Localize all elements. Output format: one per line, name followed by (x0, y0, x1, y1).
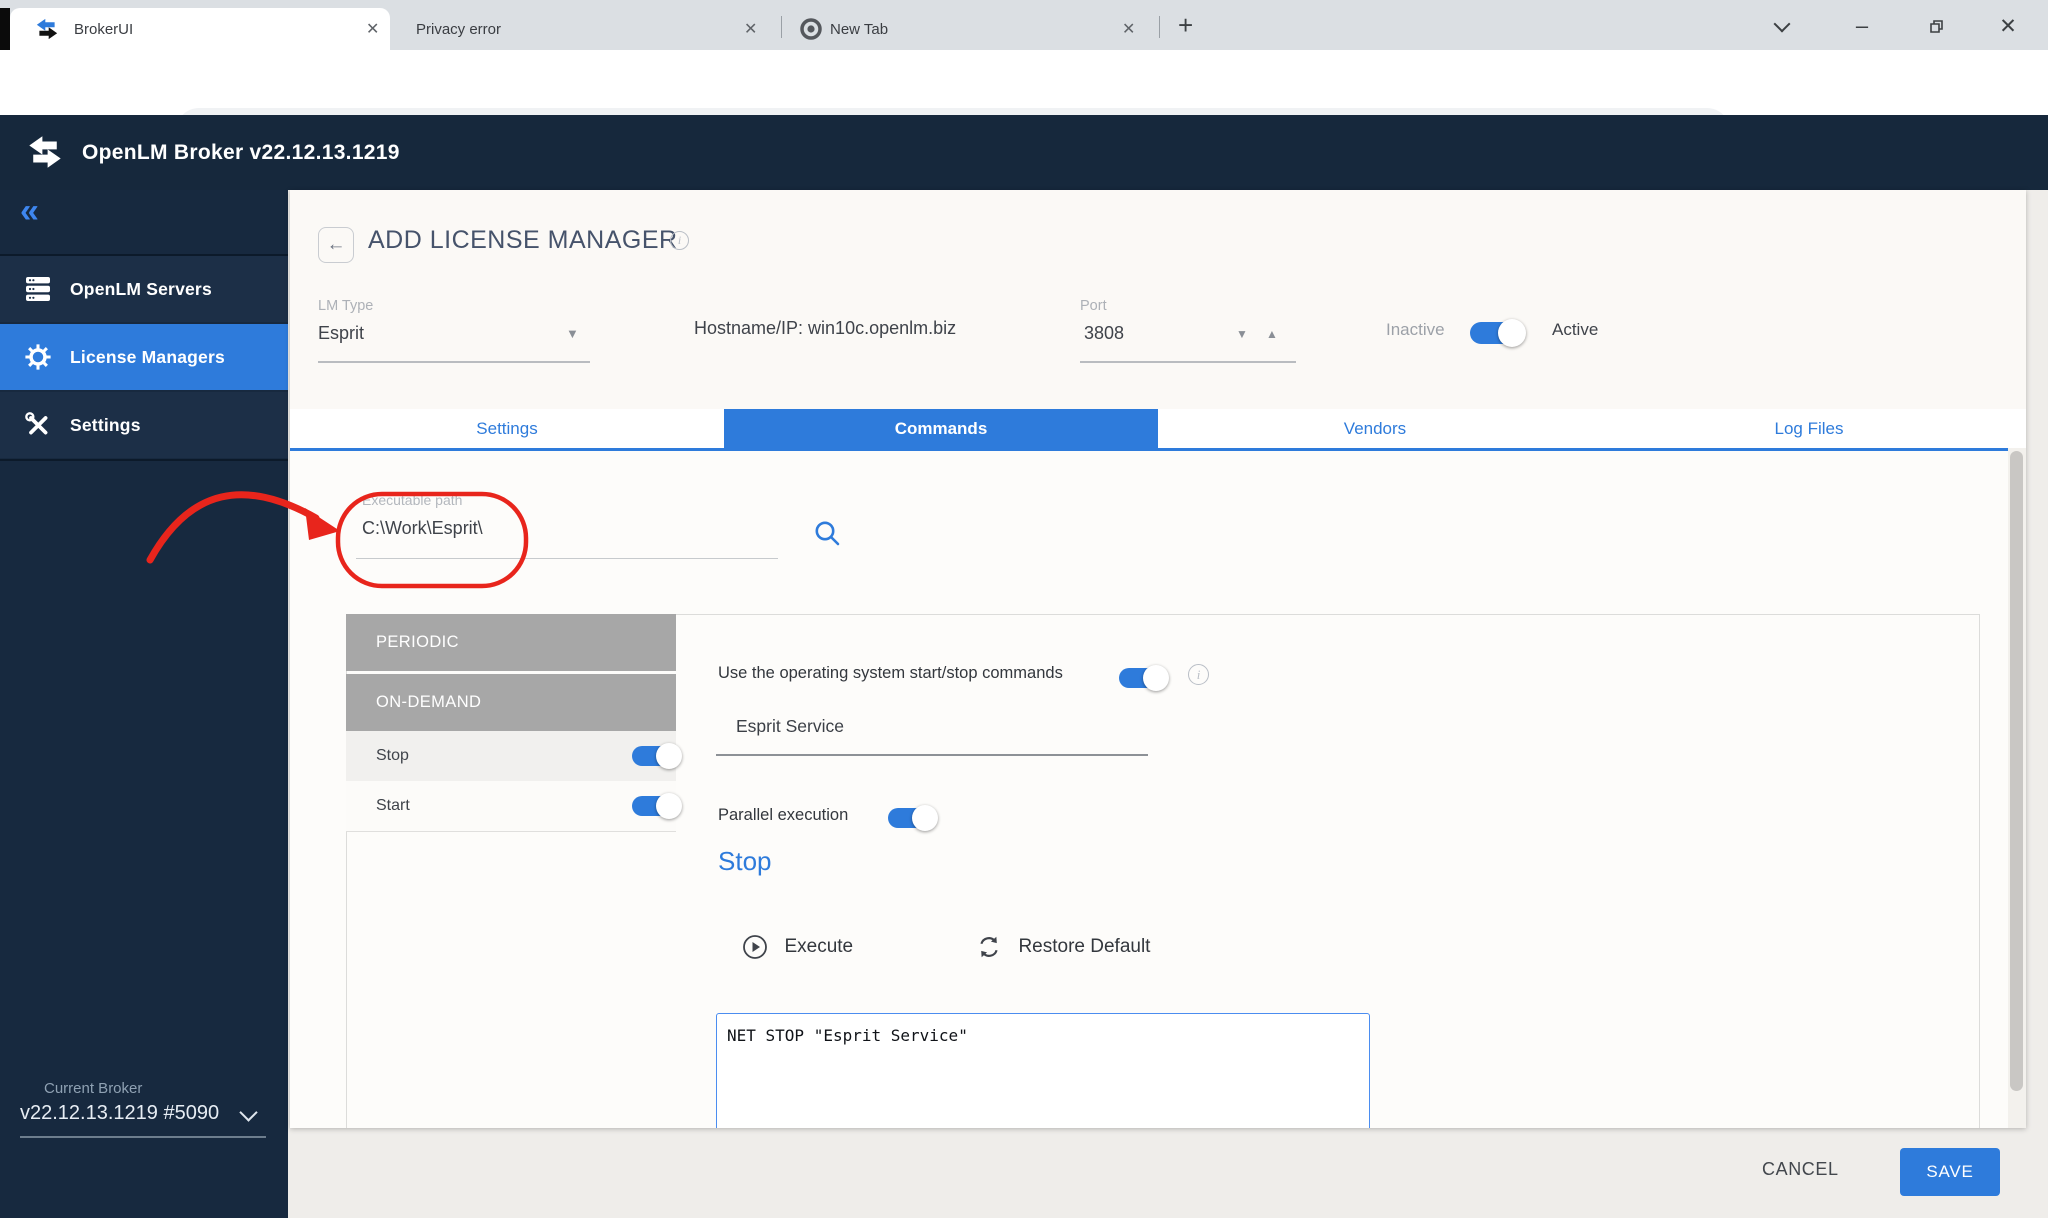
app-title: OpenLM Broker v22.12.13.1219 (82, 141, 400, 165)
tab-close-icon[interactable]: ✕ (744, 19, 757, 39)
close-button[interactable]: ✕ (1985, 12, 2031, 40)
start-command-row: Start (346, 781, 676, 832)
executable-path-underline (356, 558, 778, 559)
start-row-label: Start (376, 797, 410, 815)
stop-section-heading: Stop (718, 846, 772, 877)
restore-icon (1928, 18, 1944, 34)
executable-path-input[interactable]: C:\Work\Esprit\ (362, 518, 483, 539)
stop-row-toggle[interactable] (632, 746, 678, 766)
sidebar-item-label: OpenLM Servers (70, 279, 212, 300)
service-name-underline (716, 754, 1148, 756)
os-commands-info-icon: i (1188, 664, 1209, 685)
current-broker-selector[interactable]: v22.12.13.1219 #5090 (20, 1102, 219, 1125)
app-header: OpenLM Broker v22.12.13.1219 (0, 115, 2048, 190)
os-commands-label: Use the operating system start/stop comm… (718, 664, 1063, 683)
window-chevron-button[interactable] (1759, 12, 1805, 40)
tab-title: Privacy error (416, 21, 501, 38)
back-button[interactable]: ← (318, 227, 354, 263)
port-label: Port (1080, 298, 1107, 314)
openlm-favicon (36, 18, 58, 40)
commands-group-on-demand[interactable]: ON-DEMAND (346, 674, 676, 731)
maximize-button[interactable] (1913, 12, 1959, 40)
browser-tab-strip: BrokerUI ✕ Privacy error ✕ New Tab ✕ + –… (0, 0, 2048, 50)
lm-type-underline (318, 361, 590, 363)
chromium-favicon (800, 18, 822, 40)
tab-close-icon[interactable]: ✕ (1122, 19, 1135, 39)
current-broker-label: Current Broker (44, 1080, 142, 1097)
service-name-input[interactable]: Esprit Service (736, 716, 844, 737)
tab-vendors[interactable]: Vendors (1158, 409, 1592, 448)
sidebar-item-openlm-servers[interactable]: OpenLM Servers (0, 256, 288, 322)
port-value[interactable]: 3808 (1084, 323, 1124, 344)
divider (0, 459, 288, 461)
tab-settings[interactable]: Settings (290, 409, 724, 448)
screen: BrokerUI ✕ Privacy error ✕ New Tab ✕ + –… (0, 0, 2048, 1218)
sidebar-item-settings[interactable]: Settings (0, 392, 288, 458)
tools-icon (24, 411, 52, 439)
tab-title: New Tab (830, 21, 888, 38)
current-broker-value: v22.12.13.1219 #5090 (20, 1102, 219, 1124)
tab-close-icon[interactable]: ✕ (366, 19, 379, 39)
sidebar-collapse-icon[interactable]: « (20, 192, 39, 231)
port-increment-icon[interactable]: ▲ (1266, 327, 1278, 341)
refresh-icon (976, 934, 1002, 960)
scrollbar-thumb[interactable] (2010, 451, 2023, 1091)
page-title: ADD LICENSE MANAGER (368, 226, 678, 255)
main-card: ← ADD LICENSE MANAGER i LM Type Esprit ▼… (290, 190, 2026, 1128)
minimize-button[interactable]: – (1839, 12, 1885, 40)
command-textarea[interactable]: NET STOP "Esprit Service" (716, 1013, 1370, 1128)
window-edge (0, 8, 10, 50)
search-icon[interactable] (814, 520, 842, 548)
new-tab-button[interactable]: + (1178, 10, 1193, 41)
tab-title: BrokerUI (74, 21, 133, 38)
sidebar-item-license-managers[interactable]: License Managers (0, 324, 288, 390)
port-underline (1080, 361, 1296, 363)
sidebar-item-label: License Managers (70, 347, 225, 368)
browser-toolbar: ← → localhost:5090/#/license-managers/ad… (0, 50, 2048, 115)
hostname-text: Hostname/IP: win10c.openlm.biz (694, 318, 956, 339)
cancel-button[interactable]: CANCEL (1762, 1159, 1839, 1180)
browser-tab-new-tab[interactable]: New Tab ✕ (782, 8, 1158, 50)
play-circle-icon (742, 934, 768, 960)
status-inactive-label: Inactive (1386, 320, 1445, 340)
sidebar-item-label: Settings (70, 415, 141, 436)
divider (20, 1136, 266, 1138)
stop-row-label: Stop (376, 747, 409, 765)
chevron-down-icon (239, 1103, 257, 1121)
parallel-execution-toggle[interactable] (888, 808, 934, 828)
os-commands-toggle[interactable] (1119, 668, 1165, 688)
tab-divider (1159, 16, 1160, 38)
restore-default-button[interactable]: Restore Default (976, 934, 1150, 960)
lm-type-dropdown-icon[interactable]: ▼ (566, 326, 579, 341)
card-scrollbar[interactable] (2008, 448, 2026, 1128)
tab-log-files[interactable]: Log Files (1592, 409, 2026, 448)
status-active-label: Active (1552, 320, 1598, 340)
sidebar: « OpenLM Servers License Managers (0, 190, 288, 1218)
openlm-logo-icon (28, 135, 62, 169)
port-decrement-icon[interactable]: ▼ (1236, 327, 1248, 341)
parallel-execution-label: Parallel execution (718, 806, 848, 825)
lm-type-label: LM Type (318, 298, 373, 314)
gear-icon (24, 343, 52, 371)
info-icon: i (670, 231, 689, 250)
browser-tab-brokerui[interactable]: BrokerUI ✕ (10, 8, 390, 50)
execute-button[interactable]: Execute (742, 934, 853, 960)
servers-icon (24, 275, 52, 303)
lm-type-value[interactable]: Esprit (318, 323, 364, 344)
status-toggle[interactable] (1470, 322, 1522, 344)
executable-path-label: Executable path (362, 492, 462, 508)
tab-commands[interactable]: Commands (724, 409, 1158, 448)
browser-tab-privacy-error[interactable]: Privacy error ✕ (392, 8, 780, 50)
save-button[interactable]: SAVE (1900, 1148, 2000, 1196)
commands-group-periodic[interactable]: PERIODIC (346, 614, 676, 671)
stop-command-row: Stop (346, 731, 676, 782)
command-text: NET STOP "Esprit Service" (727, 1026, 968, 1045)
start-row-toggle[interactable] (632, 796, 678, 816)
